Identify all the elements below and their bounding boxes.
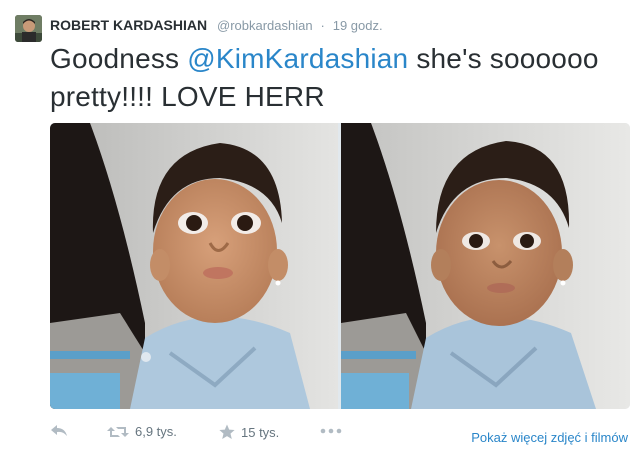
retweet-icon [107, 425, 129, 439]
tweet-text-before: Goodness [50, 43, 188, 74]
baby-photo-left[interactable] [50, 123, 338, 409]
tweet-media[interactable] [50, 123, 630, 409]
show-more-media-link[interactable]: Pokaż więcej zdjęć i filmów [471, 430, 628, 445]
header-separator: · [320, 18, 325, 33]
star-icon [219, 424, 235, 440]
reply-icon [50, 424, 68, 438]
tweet-timestamp[interactable]: 19 godz. [333, 18, 383, 33]
retweet-count: 6,9 tys. [135, 424, 177, 439]
baby-photo-right[interactable] [341, 123, 630, 409]
author-handle[interactable]: @robkardashian [217, 18, 313, 33]
favorite-count: 15 tys. [241, 424, 280, 440]
more-button[interactable] [320, 426, 342, 436]
retweet-button[interactable]: 6,9 tys. [107, 424, 177, 439]
favorite-button[interactable]: 15 tys. [219, 424, 279, 440]
tweet-header: ROBERT KARDASHIAN @robkardashian · 19 go… [50, 17, 383, 35]
more-dots-icon [320, 426, 342, 436]
author-avatar[interactable] [15, 15, 42, 42]
reply-button[interactable] [50, 424, 68, 438]
author-name[interactable]: ROBERT KARDASHIAN [50, 17, 207, 33]
mention-link[interactable]: @KimKardashian [187, 43, 408, 74]
tweet-text: Goodness @KimKardashian she's soooooo pr… [50, 40, 630, 116]
